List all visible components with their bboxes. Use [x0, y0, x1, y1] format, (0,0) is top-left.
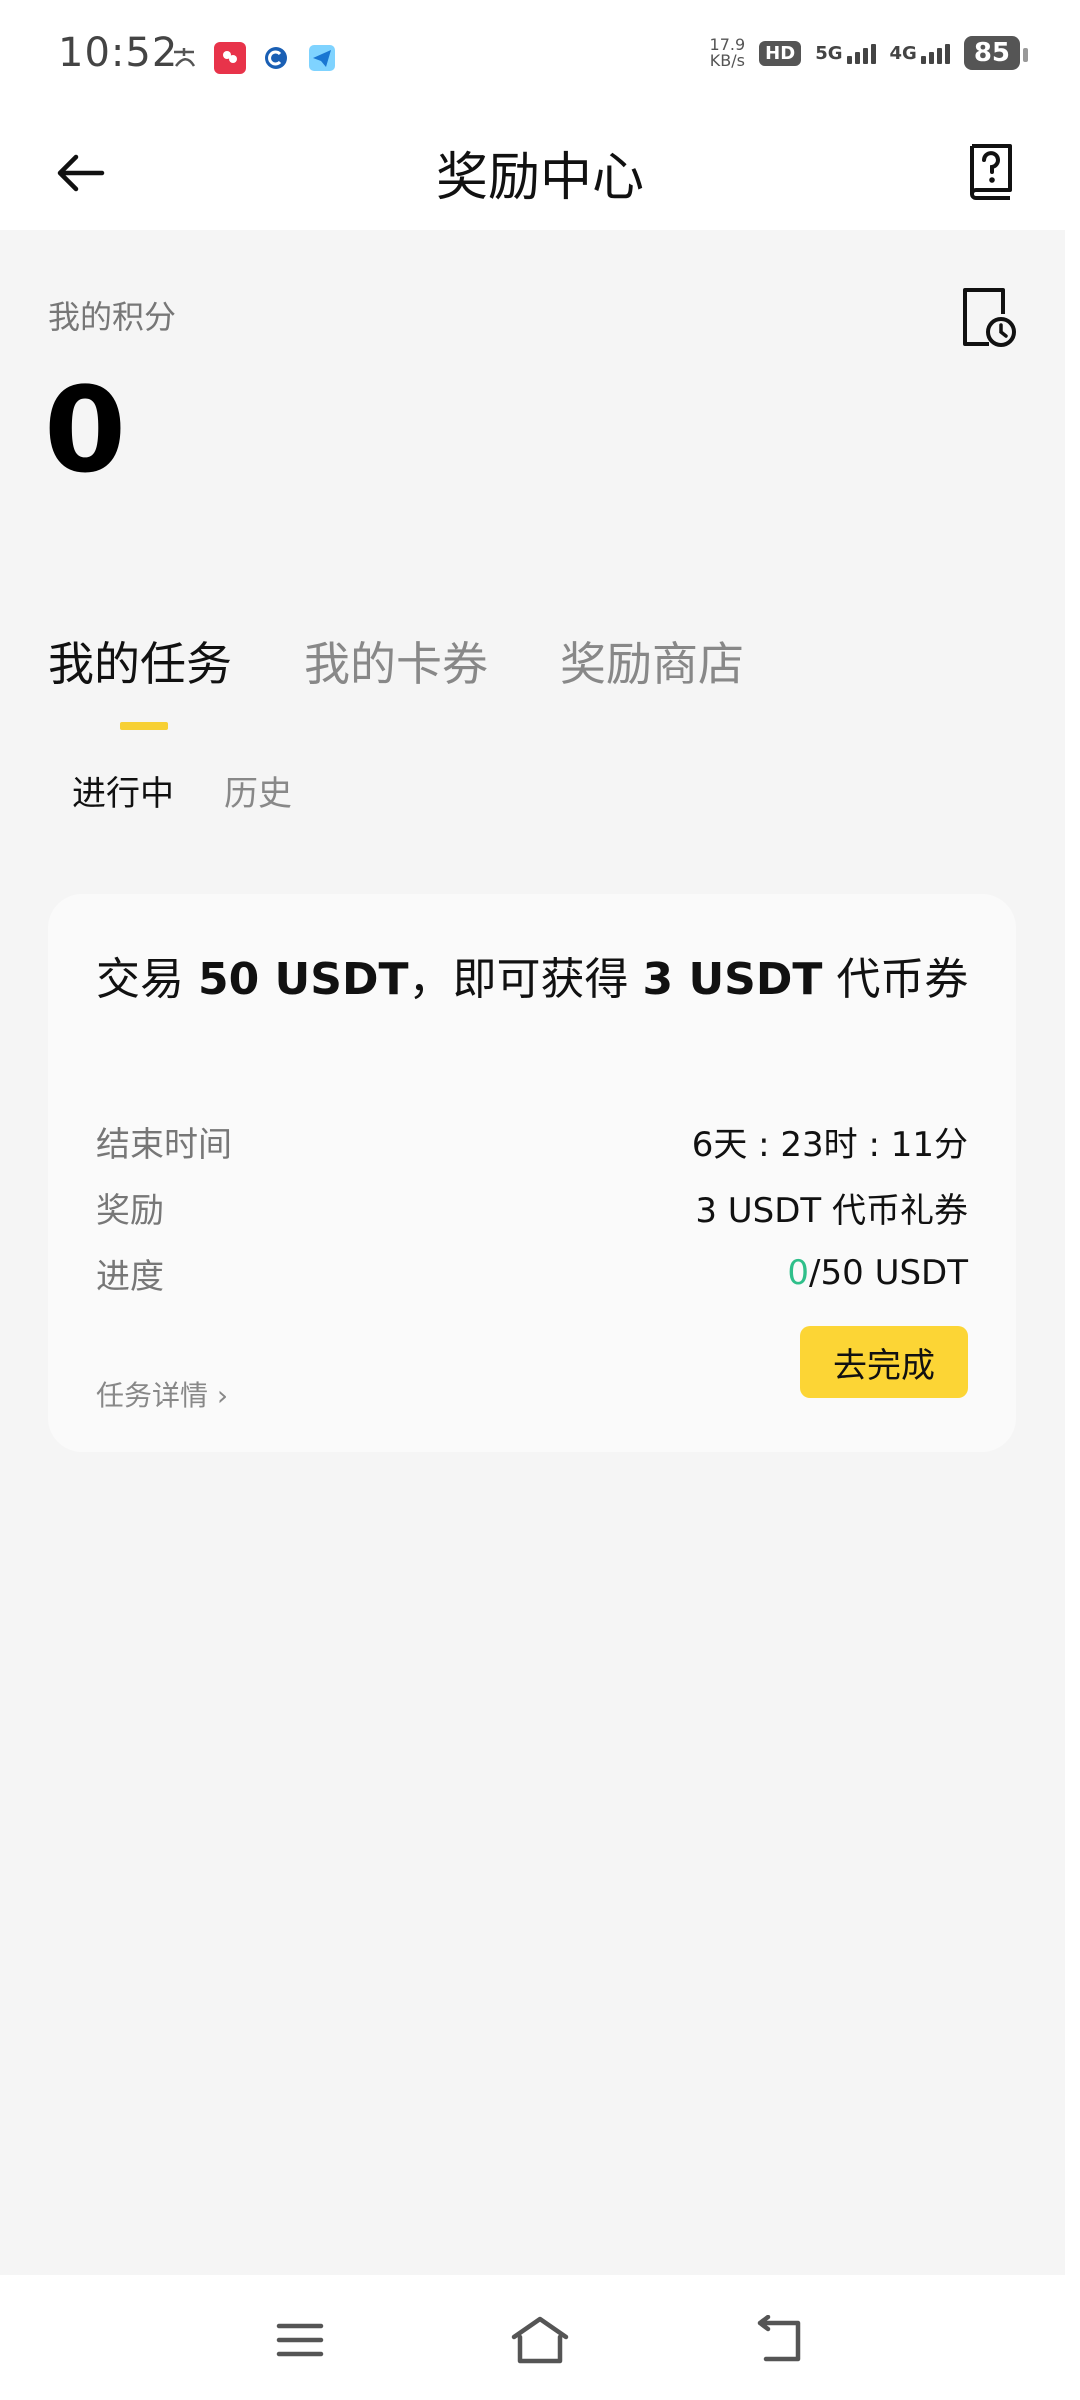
nav-menu-button[interactable]: [265, 2305, 335, 2375]
hd-badge: HD: [759, 40, 802, 66]
nav-home-button[interactable]: [505, 2305, 575, 2375]
reward-row: 奖励 3 USDT 代币礼券: [96, 1182, 968, 1232]
status-indicators: 17.9 KB/s HD 5G 4G 85: [710, 36, 1029, 70]
main-tabs: 我的任务 我的卡券 奖励商店: [48, 628, 744, 730]
points-history-button[interactable]: [959, 286, 1019, 352]
task-title: 交易 50 USDT，即可获得 3 USDT 代币券: [96, 944, 976, 1016]
speed-unit: KB/s: [709, 51, 745, 70]
progress-total: /50 USDT: [809, 1253, 968, 1293]
end-time-label: 结束时间: [96, 1124, 232, 1165]
tab-my-coupons[interactable]: 我的卡券: [304, 628, 488, 694]
tab-my-tasks[interactable]: 我的任务: [48, 628, 232, 730]
progress-label: 进度: [96, 1256, 164, 1297]
app-red-icon: [214, 42, 246, 74]
nav-back-button[interactable]: [745, 2305, 815, 2375]
signal-5g-label: 5G: [815, 42, 843, 64]
task-detail-link[interactable]: 任务详情 ›: [96, 1374, 228, 1414]
tab-reward-store[interactable]: 奖励商店: [560, 628, 744, 694]
task-title-middle: ，即可获得: [408, 954, 643, 1005]
subtab-in-progress[interactable]: 进行中: [72, 766, 174, 815]
progress-row: 进度 0/50 USDT: [96, 1248, 968, 1298]
battery-indicator: 85: [963, 36, 1029, 70]
return-icon: [757, 2315, 801, 2362]
task-title-prefix: 交易: [96, 954, 198, 1005]
system-nav-bar: [0, 2275, 1080, 2400]
help-book-icon: [970, 144, 1012, 200]
end-time-row: 结束时间 6天 : 23时 : 11分: [96, 1116, 968, 1166]
alipay-icon: [168, 42, 200, 74]
page: 10:52 17.9 KB/s HD 5G 4G 85 奖励中心 我的积分 0 …: [0, 0, 1080, 2400]
active-tab-indicator: [120, 722, 168, 730]
subtab-history[interactable]: 历史: [224, 766, 292, 815]
tab-reward-store-label: 奖励商店: [560, 637, 744, 691]
progress-done: 0: [787, 1253, 810, 1293]
document-clock-icon: [963, 288, 1016, 347]
app-header: 奖励中心: [0, 115, 1080, 230]
tab-my-tasks-label: 我的任务: [48, 637, 232, 691]
signal-4g: 4G: [890, 43, 950, 64]
home-icon: [511, 2316, 569, 2364]
tab-my-coupons-label: 我的卡券: [304, 637, 488, 691]
menu-icon: [276, 2323, 324, 2357]
status-bar: 10:52 17.9 KB/s HD 5G 4G 85: [0, 0, 1080, 115]
task-title-reward: 3 USDT: [642, 954, 823, 1005]
telegram-icon: [306, 42, 338, 74]
main-content: 我的积分 0 我的任务 我的卡券 奖励商店 进行中 历史 交易 50 USDT，…: [0, 230, 1065, 2275]
points-value: 0: [44, 361, 127, 499]
status-time: 10:52: [58, 30, 179, 76]
signal-bars-icon: [920, 43, 950, 64]
points-label: 我的积分: [48, 298, 177, 336]
reward-value: 3 USDT 代币礼券: [695, 1190, 968, 1231]
progress-value: 0/50 USDT: [787, 1253, 968, 1293]
signal-4g-label: 4G: [889, 42, 917, 64]
reward-label: 奖励: [96, 1190, 164, 1231]
task-subtabs: 进行中 历史: [72, 766, 292, 815]
task-card: 交易 50 USDT，即可获得 3 USDT 代币券 结束时间 6天 : 23时…: [48, 894, 1016, 1452]
end-time-value: 6天 : 23时 : 11分: [691, 1124, 968, 1165]
task-title-amount: 50 USDT: [198, 954, 409, 1005]
signal-bars-icon: [846, 43, 876, 64]
signal-5g: 5G: [815, 42, 876, 64]
go-complete-button[interactable]: 去完成: [800, 1326, 968, 1398]
page-title: 奖励中心: [435, 148, 644, 208]
app-blue-c-icon: [260, 42, 292, 74]
task-title-suffix: 代币券: [822, 954, 969, 1005]
help-button[interactable]: [958, 139, 1022, 203]
network-speed: 17.9 KB/s: [710, 37, 746, 69]
notification-icons: [168, 38, 338, 78]
